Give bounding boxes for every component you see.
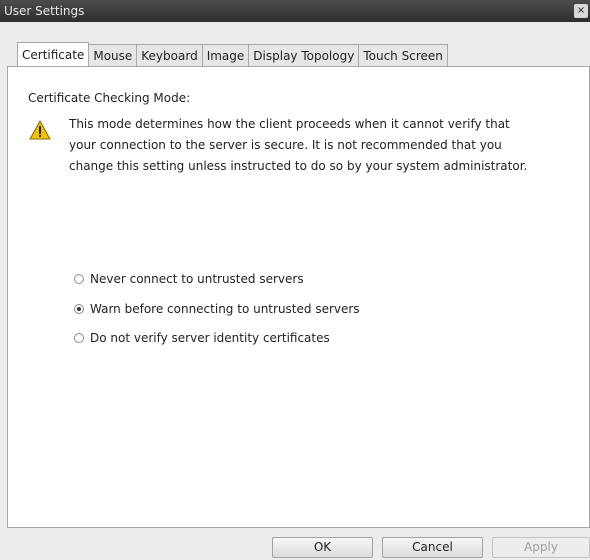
tab-bar: Certificate Mouse Keyboard Image Display… — [17, 42, 448, 66]
warning-triangle-icon — [29, 120, 51, 140]
option-label: Never connect to untrusted servers — [90, 272, 304, 286]
radio-button[interactable] — [74, 333, 84, 343]
close-icon[interactable]: × — [574, 4, 588, 18]
radio-button[interactable] — [74, 274, 84, 284]
tab-keyboard[interactable]: Keyboard — [136, 44, 203, 66]
certificate-mode-heading: Certificate Checking Mode: — [28, 91, 191, 105]
option-warn-before-connecting[interactable]: Warn before connecting to untrusted serv… — [74, 302, 360, 316]
tab-mouse[interactable]: Mouse — [88, 44, 138, 66]
option-do-not-verify[interactable]: Do not verify server identity certificat… — [74, 331, 330, 345]
description-line: your connection to the server is secure.… — [69, 138, 502, 152]
cancel-button[interactable]: Cancel — [382, 537, 483, 558]
option-label: Do not verify server identity certificat… — [90, 331, 330, 345]
ok-button[interactable]: OK — [272, 537, 373, 558]
apply-button[interactable]: Apply — [492, 537, 590, 558]
tab-display-topology[interactable]: Display Topology — [248, 44, 360, 66]
option-label: Warn before connecting to untrusted serv… — [90, 302, 360, 316]
user-settings-window: User Settings × Certificate Mouse Keyboa… — [0, 0, 590, 560]
description-line: change this setting unless instructed to… — [69, 159, 528, 173]
certificate-description: This mode determines how the client proc… — [69, 114, 569, 177]
description-line: This mode determines how the client proc… — [69, 117, 510, 131]
tab-touch-screen[interactable]: Touch Screen — [358, 44, 448, 66]
window-title: User Settings — [4, 4, 85, 18]
radio-button[interactable] — [74, 304, 84, 314]
tab-image[interactable]: Image — [201, 44, 250, 66]
tab-certificate[interactable]: Certificate — [17, 42, 90, 66]
option-never-connect[interactable]: Never connect to untrusted servers — [74, 272, 304, 286]
title-bar[interactable]: User Settings × — [0, 0, 590, 22]
